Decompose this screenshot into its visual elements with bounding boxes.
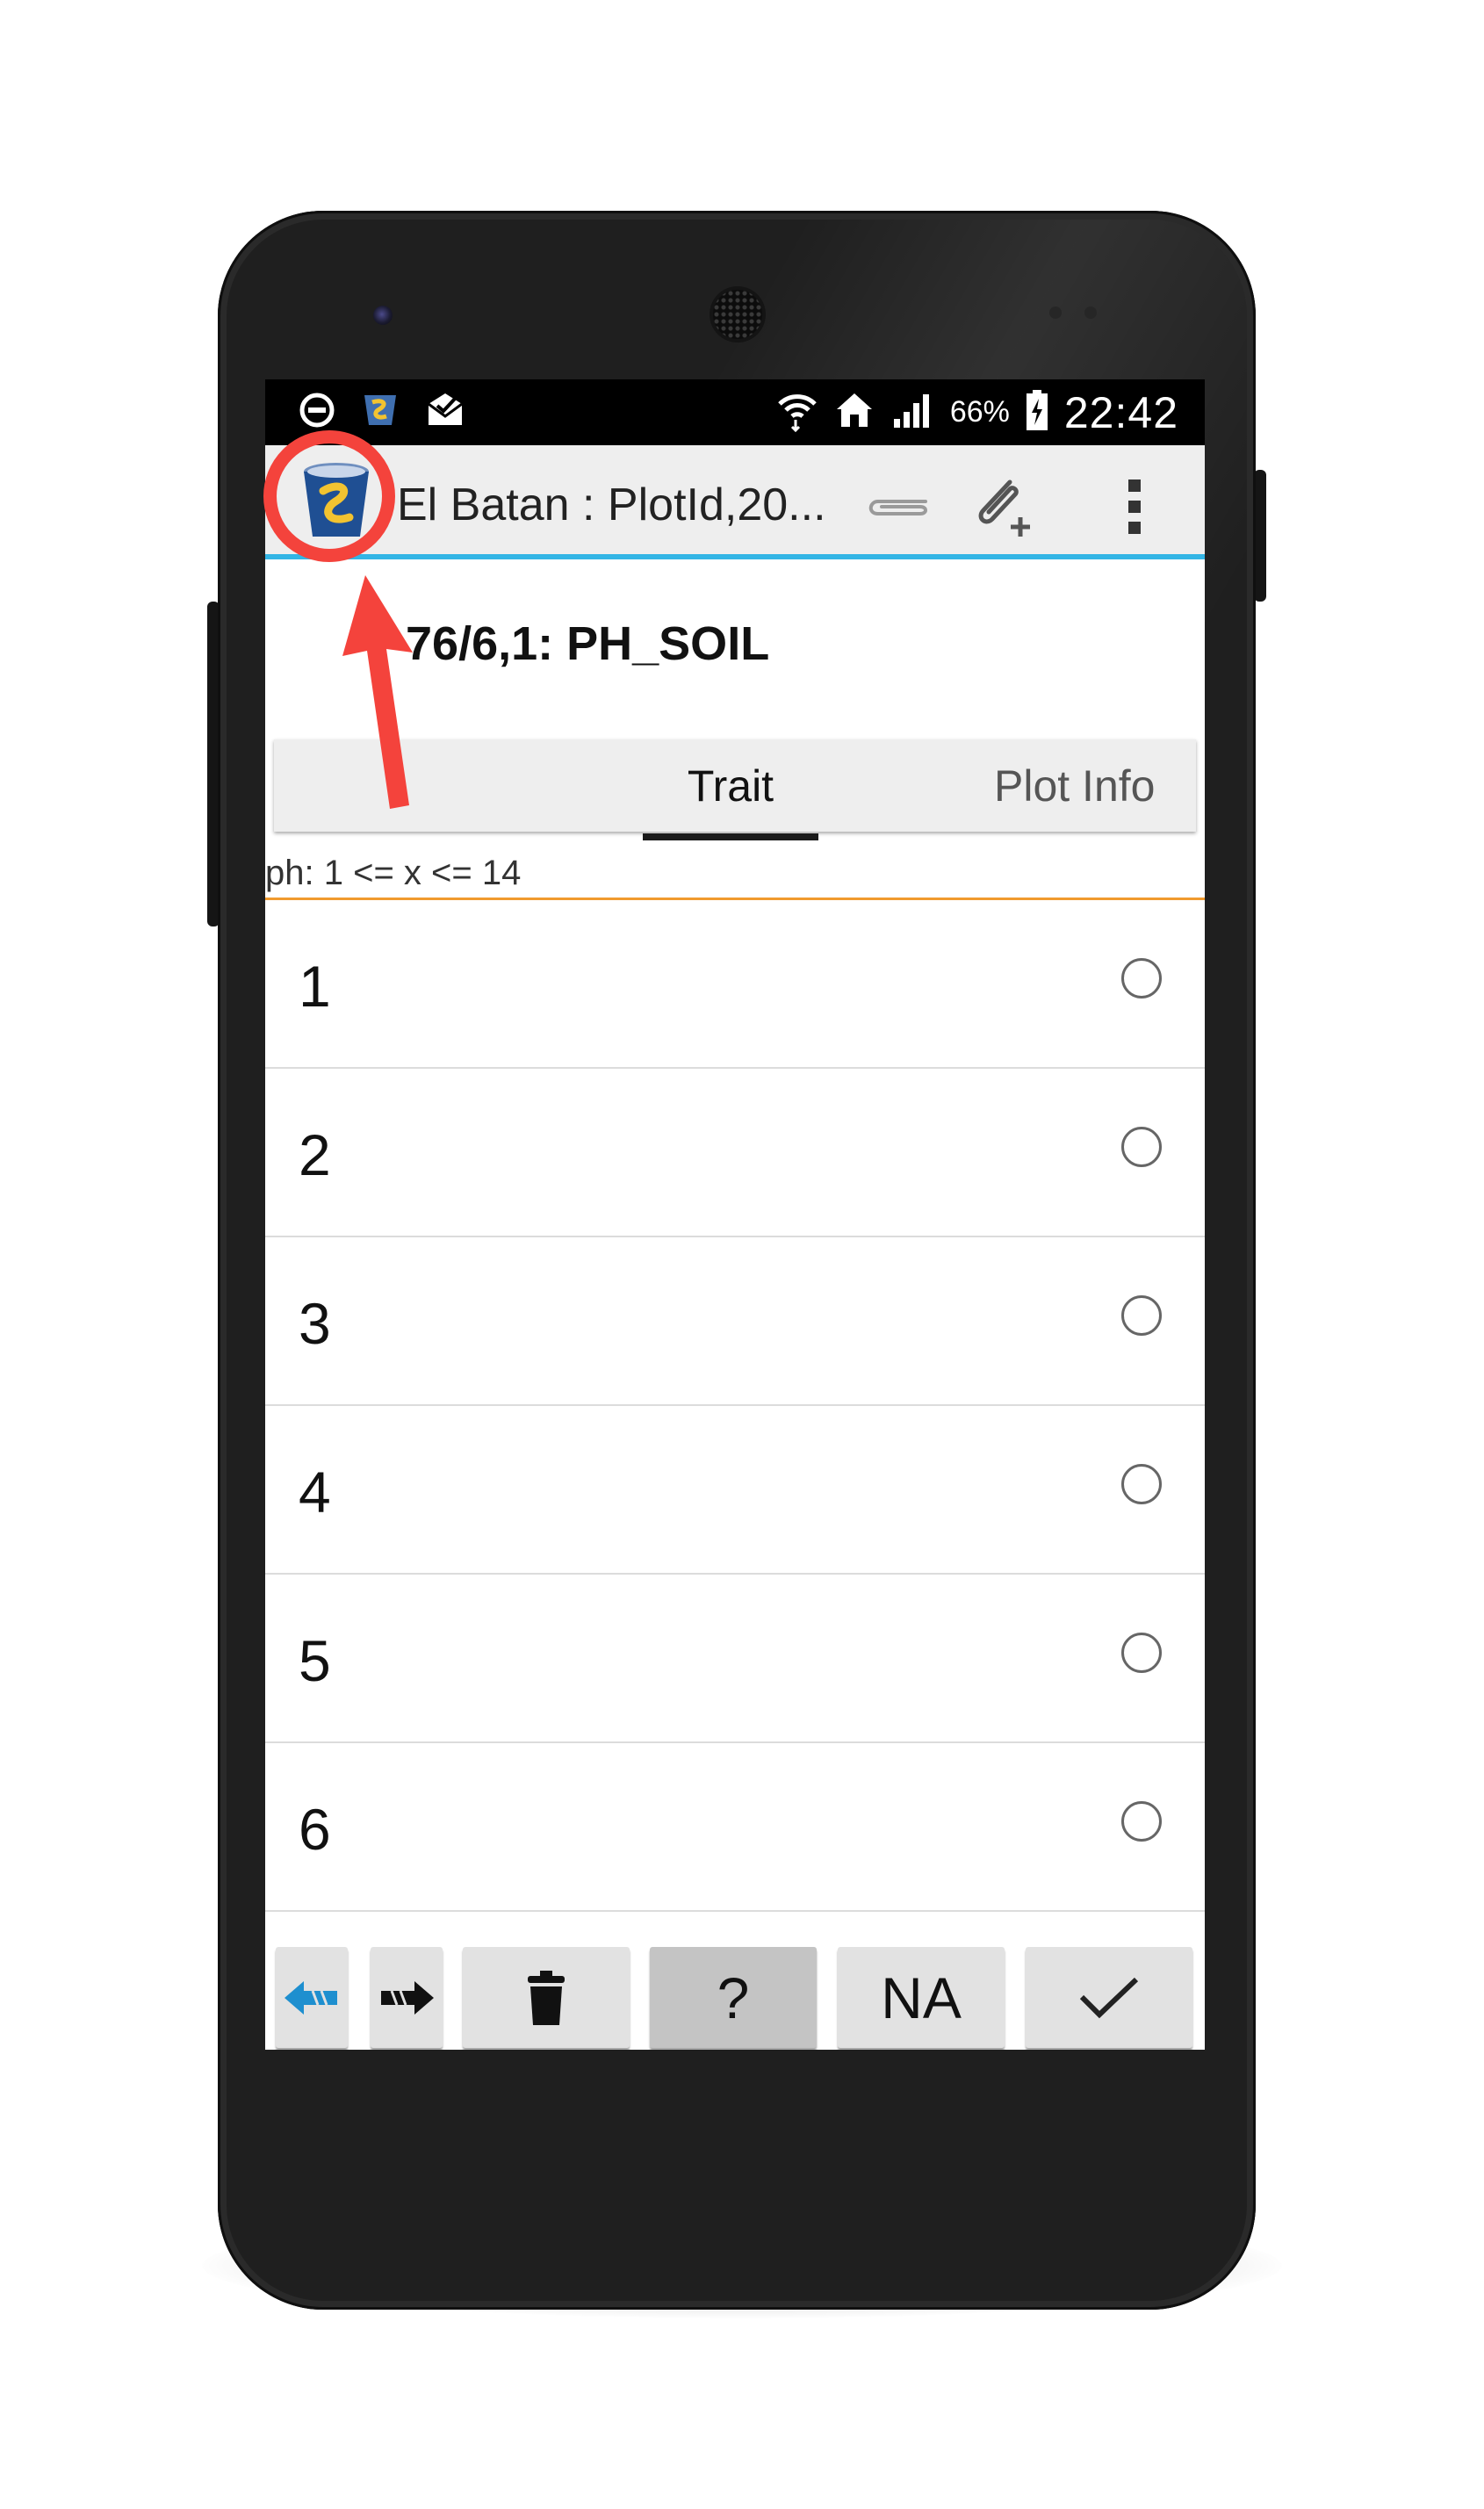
tab-trait[interactable]: Trait bbox=[643, 739, 818, 832]
wifi-icon bbox=[776, 388, 818, 436]
option-radio[interactable] bbox=[1121, 958, 1162, 999]
previous-button[interactable] bbox=[276, 1947, 348, 2048]
option-radio[interactable] bbox=[1121, 1295, 1162, 1336]
delete-button[interactable] bbox=[463, 1947, 630, 2048]
bottom-toolbar: ? NA bbox=[265, 1929, 1205, 2050]
option-label: 6 bbox=[299, 1797, 331, 1862]
tab-plot-info[interactable]: Plot Info bbox=[994, 739, 1196, 832]
option-label: 3 bbox=[299, 1291, 331, 1356]
attach-add-icon[interactable] bbox=[968, 472, 1038, 542]
option-label: 1 bbox=[299, 954, 331, 1019]
option-list: 1 2 3 4 5 6 bbox=[265, 900, 1205, 1912]
na-button[interactable]: NA bbox=[838, 1947, 1005, 2048]
list-item[interactable]: 5 bbox=[265, 1575, 1205, 1743]
help-button[interactable]: ? bbox=[650, 1947, 817, 2048]
tab-selected-indicator bbox=[643, 833, 818, 840]
do-not-disturb-icon bbox=[299, 392, 335, 433]
battery-percent: 66% bbox=[949, 395, 1010, 429]
option-label: 5 bbox=[299, 1628, 331, 1693]
option-radio[interactable] bbox=[1121, 1801, 1162, 1842]
list-item[interactable]: 6 bbox=[265, 1743, 1205, 1912]
option-radio[interactable] bbox=[1121, 1127, 1162, 1167]
annotation-arrow bbox=[342, 575, 413, 809]
mail-notification-icon bbox=[425, 390, 465, 435]
confirm-button[interactable] bbox=[1026, 1947, 1192, 2048]
overflow-menu-icon[interactable] bbox=[1099, 472, 1170, 542]
app-title: El Batan : PlotId,20... bbox=[397, 479, 826, 530]
option-label: 4 bbox=[299, 1460, 331, 1525]
trash-icon bbox=[528, 1970, 565, 2025]
home-icon bbox=[834, 390, 875, 435]
list-item[interactable]: 1 bbox=[265, 900, 1205, 1069]
value-constraint: ph: 1 <= x <= 14 bbox=[265, 854, 522, 892]
clock: 22:42 bbox=[1063, 387, 1178, 437]
list-item[interactable]: 4 bbox=[265, 1406, 1205, 1575]
battery-charging-icon bbox=[1026, 388, 1048, 436]
earpiece-speaker bbox=[713, 290, 762, 339]
plot-trait-title: 76/6,1: PH_SOIL bbox=[406, 617, 770, 670]
option-radio[interactable] bbox=[1121, 1633, 1162, 1673]
power-button bbox=[1254, 470, 1266, 602]
option-label: 2 bbox=[299, 1122, 331, 1187]
paperclip-icon[interactable] bbox=[862, 472, 933, 542]
front-camera bbox=[373, 306, 393, 325]
list-item[interactable]: 2 bbox=[265, 1069, 1205, 1237]
list-item[interactable]: 3 bbox=[265, 1237, 1205, 1406]
light-sensor bbox=[1084, 306, 1097, 319]
action-bar: El Batan : PlotId,20... bbox=[265, 445, 1205, 559]
next-button[interactable] bbox=[371, 1947, 443, 2048]
status-bar: 66% 22:42 bbox=[265, 379, 1205, 445]
highlight-circle bbox=[263, 430, 395, 562]
checkmark-icon bbox=[1079, 1977, 1139, 2018]
arrow-right-icon bbox=[381, 1980, 434, 2015]
arrow-left-icon bbox=[285, 1980, 337, 2015]
option-radio[interactable] bbox=[1121, 1464, 1162, 1504]
signal-icon bbox=[890, 391, 934, 434]
app-notification-icon bbox=[360, 390, 400, 435]
proximity-sensor bbox=[1049, 306, 1062, 319]
